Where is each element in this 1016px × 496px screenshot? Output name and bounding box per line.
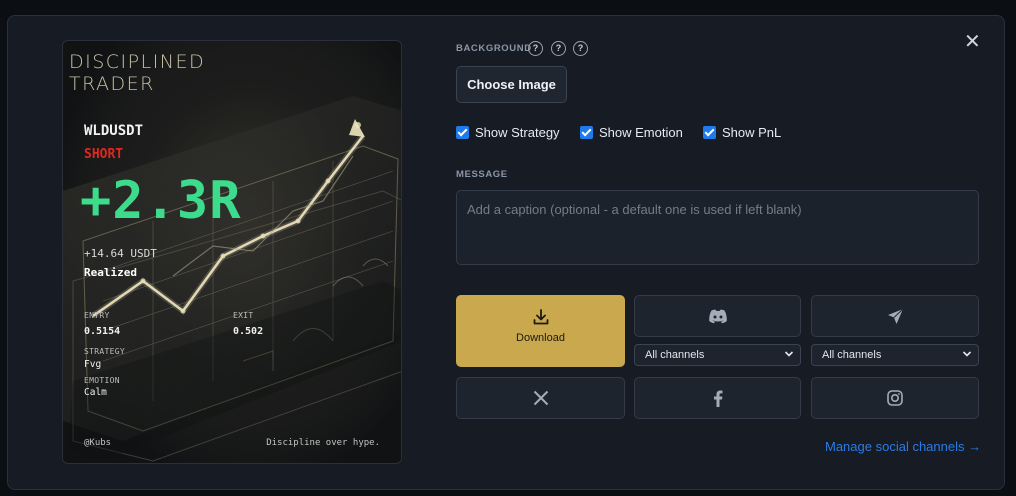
show-pnl-checkbox[interactable]: Show PnL [703,125,781,140]
discord-select-value: All channels [645,349,705,361]
instagram-share-button[interactable] [811,377,979,419]
manage-social-channels-link[interactable]: Manage social channels → [825,439,981,454]
close-icon[interactable]: ✕ [964,32,981,52]
chevron-down-icon [962,351,972,357]
discord-channel-select[interactable]: All channels [634,344,801,366]
pnl-status: Realized [84,266,137,279]
brand-line-1: DISCIPLINED [69,51,206,73]
entry-value: 0.5154 [84,326,121,337]
telegram-select-value: All channels [822,349,882,361]
exit-value: 0.502 [233,326,264,337]
help-icon[interactable]: ? [551,41,566,56]
facebook-share-button[interactable] [634,377,801,419]
x-share-button[interactable] [456,377,625,419]
show-strategy-checkbox[interactable]: Show Strategy [456,125,560,140]
download-icon [533,309,548,325]
caption-textarea[interactable]: Add a caption (optional - a default one … [456,190,979,265]
x-icon [533,390,548,406]
brand-logo: DISCIPLINED TRADER [69,51,205,95]
discord-share-button[interactable] [634,295,801,337]
trade-symbol: WLDUSDT [84,123,144,139]
download-label: Download [516,332,565,344]
exit-label: EXIT [233,311,254,320]
pnl-value: +14.64 USDT [84,247,157,260]
telegram-icon [887,308,903,324]
r-multiple: +2.3R [80,171,242,231]
strategy-value: Fvg [84,359,102,370]
card-tagline: Discipline over hype. [266,438,380,448]
card-handle: @Kubs [84,438,112,448]
emotion-value: Calm [84,387,107,398]
telegram-channel-select[interactable]: All channels [811,344,979,366]
trade-card-preview: DISCIPLINED TRADER WLDUSDT SHORT +2.3R +… [62,40,402,464]
help-icon[interactable]: ? [528,41,543,56]
download-button[interactable]: Download [456,295,625,367]
checkbox-checked-icon[interactable] [456,126,469,139]
strategy-label: STRATEGY [84,347,125,356]
share-trade-modal: ✕ DISCIPLINED TRADER WLDUSDT SHORT +2.3R… [7,15,1005,490]
help-icon[interactable]: ? [573,41,588,56]
checkbox-checked-icon[interactable] [703,126,716,139]
discord-icon [708,309,727,323]
choose-image-button[interactable]: Choose Image [456,66,567,103]
show-pnl-label: Show PnL [722,125,782,140]
telegram-share-button[interactable] [811,295,979,337]
show-emotion-label: Show Emotion [599,125,683,140]
trade-side: SHORT [84,147,124,162]
facebook-icon [713,390,722,407]
chevron-down-icon [784,351,794,357]
instagram-icon [887,390,903,406]
brand-line-2: TRADER [69,73,155,95]
message-label: MESSAGE [456,169,508,180]
show-emotion-checkbox[interactable]: Show Emotion [580,125,683,140]
show-strategy-label: Show Strategy [475,125,560,140]
background-label: BACKGROUND [456,43,532,54]
entry-label: ENTRY [84,311,110,320]
emotion-label: EMOTION [84,376,120,385]
checkbox-checked-icon[interactable] [580,126,593,139]
